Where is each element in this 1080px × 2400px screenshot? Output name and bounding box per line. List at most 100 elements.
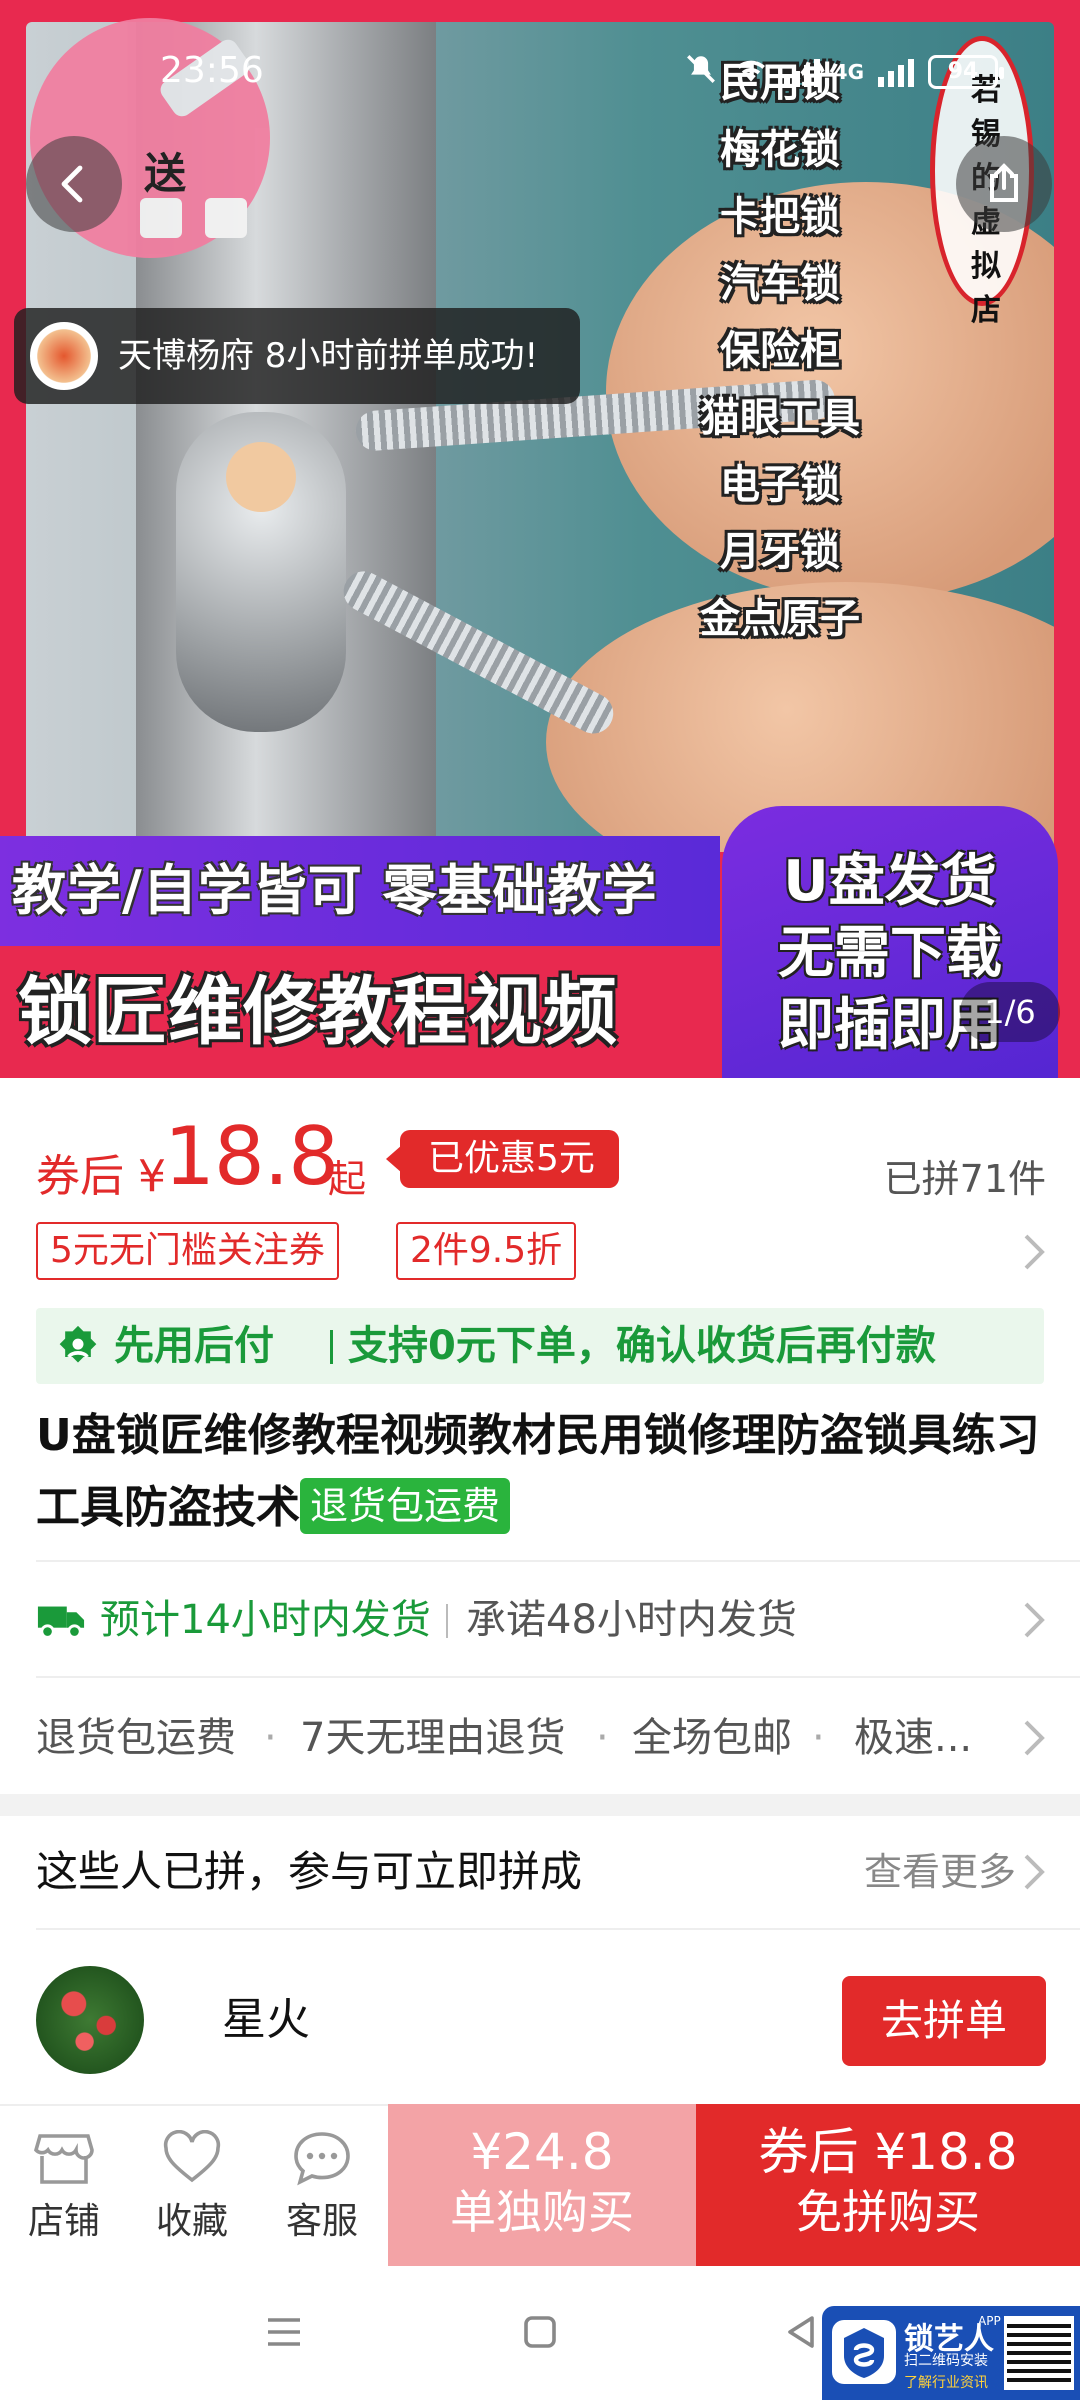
group-buy-header[interactable]: 这些人已拼，参与可立即拼成 查看更多 — [36, 1834, 1046, 1910]
coupon-tag[interactable]: 5元无门槛关注券 — [36, 1222, 339, 1280]
page-indicator: 1/6 — [960, 982, 1060, 1042]
see-more-link[interactable]: 查看更多 — [864, 1834, 1016, 1910]
otg-adapter-icon — [205, 198, 247, 238]
separator — [446, 1604, 448, 1638]
lock-type: 汽车锁 — [720, 261, 840, 307]
lock-type: 月牙锁 — [720, 529, 840, 575]
price-value: 18.8 — [164, 1110, 339, 1203]
gift-label: 送 — [144, 149, 187, 198]
home-nav-button[interactable] — [518, 2310, 562, 2358]
triangle-back-icon — [788, 2316, 814, 2348]
product-image-carousel[interactable]: 送 民用锁 梅花锁 卡把锁 汽车锁 保险柜 猫眼工具 电子锁 月牙锁 金点原子 … — [0, 0, 1080, 1078]
service-item: 极速... — [854, 1715, 973, 1761]
product-title: U盘锁匠维修教程视频教材民用锁修理防盗锁具练习工具防盗技术 退货包运费 — [36, 1400, 1046, 1544]
usb-box-line: 无需下载 — [778, 921, 1002, 986]
qr-code-icon — [1004, 2316, 1074, 2390]
divider — [36, 1560, 1080, 1562]
status-time: 23:56 — [160, 50, 264, 91]
customer-service-button[interactable]: 客服 — [262, 2130, 382, 2250]
lock-type: 梅花锁 — [720, 127, 840, 173]
group-buy-title: 这些人已拼，参与可立即拼成 — [36, 1847, 583, 1896]
chevron-right-icon — [1022, 1600, 1046, 1640]
customer-service-label: 客服 — [285, 2201, 358, 2242]
status-icons: 4G 94 — [684, 52, 1004, 93]
product-title-text: U盘锁匠维修教程视频教材民用锁修理防盗锁具练习工具防盗技术 — [36, 1410, 1040, 1533]
app-watermark: 锁艺人 APP 扫二维码安装 了解行业资讯 — [822, 2306, 1080, 2400]
service-item: 全场包邮 — [632, 1715, 792, 1761]
coupon-tag[interactable]: 2件9.5折 — [396, 1222, 577, 1280]
group-success-toast: 天博杨府 8小时前拼单成功! — [14, 308, 580, 404]
avatar — [30, 322, 98, 390]
usb-box-line: U盘发货 — [783, 849, 997, 914]
pay-later-icon — [59, 1325, 97, 1363]
favorite-label: 收藏 — [155, 2201, 228, 2242]
price-suffix: 起 — [328, 1157, 367, 1201]
status-bar: 23:56 4G 94 — [0, 44, 1080, 100]
group-member-name: 星火 — [222, 1994, 310, 2045]
shipping-estimate: 预计14小时内发货 — [100, 1597, 431, 1643]
buy-group-price: 券后 ¥18.8 — [758, 2123, 1018, 2181]
app-logo-icon — [832, 2320, 896, 2384]
back-nav-button[interactable] — [780, 2310, 824, 2358]
network-type: 4G — [833, 60, 864, 84]
share-button[interactable] — [956, 136, 1052, 232]
return-shipping-tag: 退货包运费 — [300, 1478, 511, 1534]
sold-count: 已拼71件 — [883, 1157, 1046, 1201]
share-icon — [990, 163, 1018, 202]
favorite-button[interactable]: 收藏 — [132, 2130, 252, 2250]
chevron-left-icon — [61, 165, 83, 203]
service-item: 退货包运费 — [36, 1715, 236, 1761]
lock-type: 电子锁 — [720, 462, 840, 508]
chevron-right-icon — [1022, 1718, 1046, 1758]
otg-adapter-icon — [140, 198, 182, 238]
service-item: 7天无理由退货 — [300, 1715, 566, 1761]
group-buy-item: 星火 去拼单 — [36, 1962, 1046, 2082]
banner-top-text: 教学/自学皆可 零基础教学 — [12, 859, 658, 922]
coupon-row[interactable]: 5元无门槛关注券 2件9.5折 — [36, 1222, 1046, 1280]
divider — [36, 1676, 1080, 1678]
heart-icon — [163, 2130, 221, 2183]
shop-button[interactable]: 店铺 — [4, 2130, 124, 2250]
chat-bubble-icon — [294, 2132, 350, 2186]
square-home-icon — [524, 2316, 556, 2348]
keyhole — [226, 442, 296, 512]
signal-icon — [783, 57, 820, 87]
toast-text: 天博杨府 8小时前拼单成功! — [118, 336, 539, 376]
dot-separator: · — [596, 1715, 609, 1761]
pay-later-banner[interactable]: 先用后付 支持0元下单，确认收货后再付款 — [36, 1308, 1044, 1384]
menu-nav-button[interactable] — [262, 2310, 306, 2358]
watermark-sub2: 了解行业资讯 — [904, 2375, 988, 2391]
signal-icon — [878, 57, 914, 87]
section-gap — [0, 1794, 1080, 1816]
watermark-sub: 扫二维码安装 — [904, 2353, 988, 2369]
wifi-icon — [732, 52, 770, 93]
buy-alone-label: 单独购买 — [450, 2185, 634, 2239]
watermark-app: APP — [978, 2314, 1001, 2328]
buy-alone-price: ¥24.8 — [470, 2123, 614, 2181]
battery-icon: 94 — [928, 55, 1004, 89]
join-group-button[interactable]: 去拼单 — [842, 1976, 1046, 2066]
lock-type: 猫眼工具 — [700, 395, 860, 441]
menu-icon — [268, 2318, 300, 2346]
separator — [330, 1330, 333, 1364]
back-button[interactable] — [26, 136, 122, 232]
dot-separator: · — [812, 1715, 825, 1761]
truck-icon — [37, 1606, 85, 1639]
shipping-promise: 承诺48小时内发货 — [466, 1597, 797, 1643]
price-row: 券后 ¥ 18.8 起 已优惠5元 已拼71件 — [36, 1110, 1046, 1210]
mute-icon — [684, 52, 718, 93]
chevron-right-icon — [1022, 1232, 1046, 1272]
banner-main-text: 锁匠维修教程视频 — [18, 969, 618, 1055]
price-prefix: 券后 ¥ — [36, 1151, 166, 1202]
buy-without-group-button[interactable]: 券后 ¥18.8 免拼购买 — [696, 2104, 1080, 2266]
lock-type: 卡把锁 — [720, 194, 840, 240]
buy-alone-button[interactable]: ¥24.8 单独购买 — [388, 2104, 696, 2266]
service-guarantees[interactable]: 退货包运费 · 7天无理由退货 · 全场包邮 · 极速... — [36, 1700, 1046, 1776]
shop-label: 店铺 — [27, 2201, 100, 2242]
lock-type: 保险柜 — [720, 328, 840, 374]
shipping-row[interactable]: 预计14小时内发货 承诺48小时内发货 — [36, 1582, 1046, 1658]
store-icon — [34, 2134, 94, 2184]
pay-later-label: 先用后付 — [114, 1323, 274, 1369]
lock-type-list: 民用锁 梅花锁 卡把锁 汽车锁 保险柜 猫眼工具 电子锁 月牙锁 金点原子 — [670, 50, 890, 653]
discount-badge: 已优惠5元 — [386, 1130, 619, 1188]
